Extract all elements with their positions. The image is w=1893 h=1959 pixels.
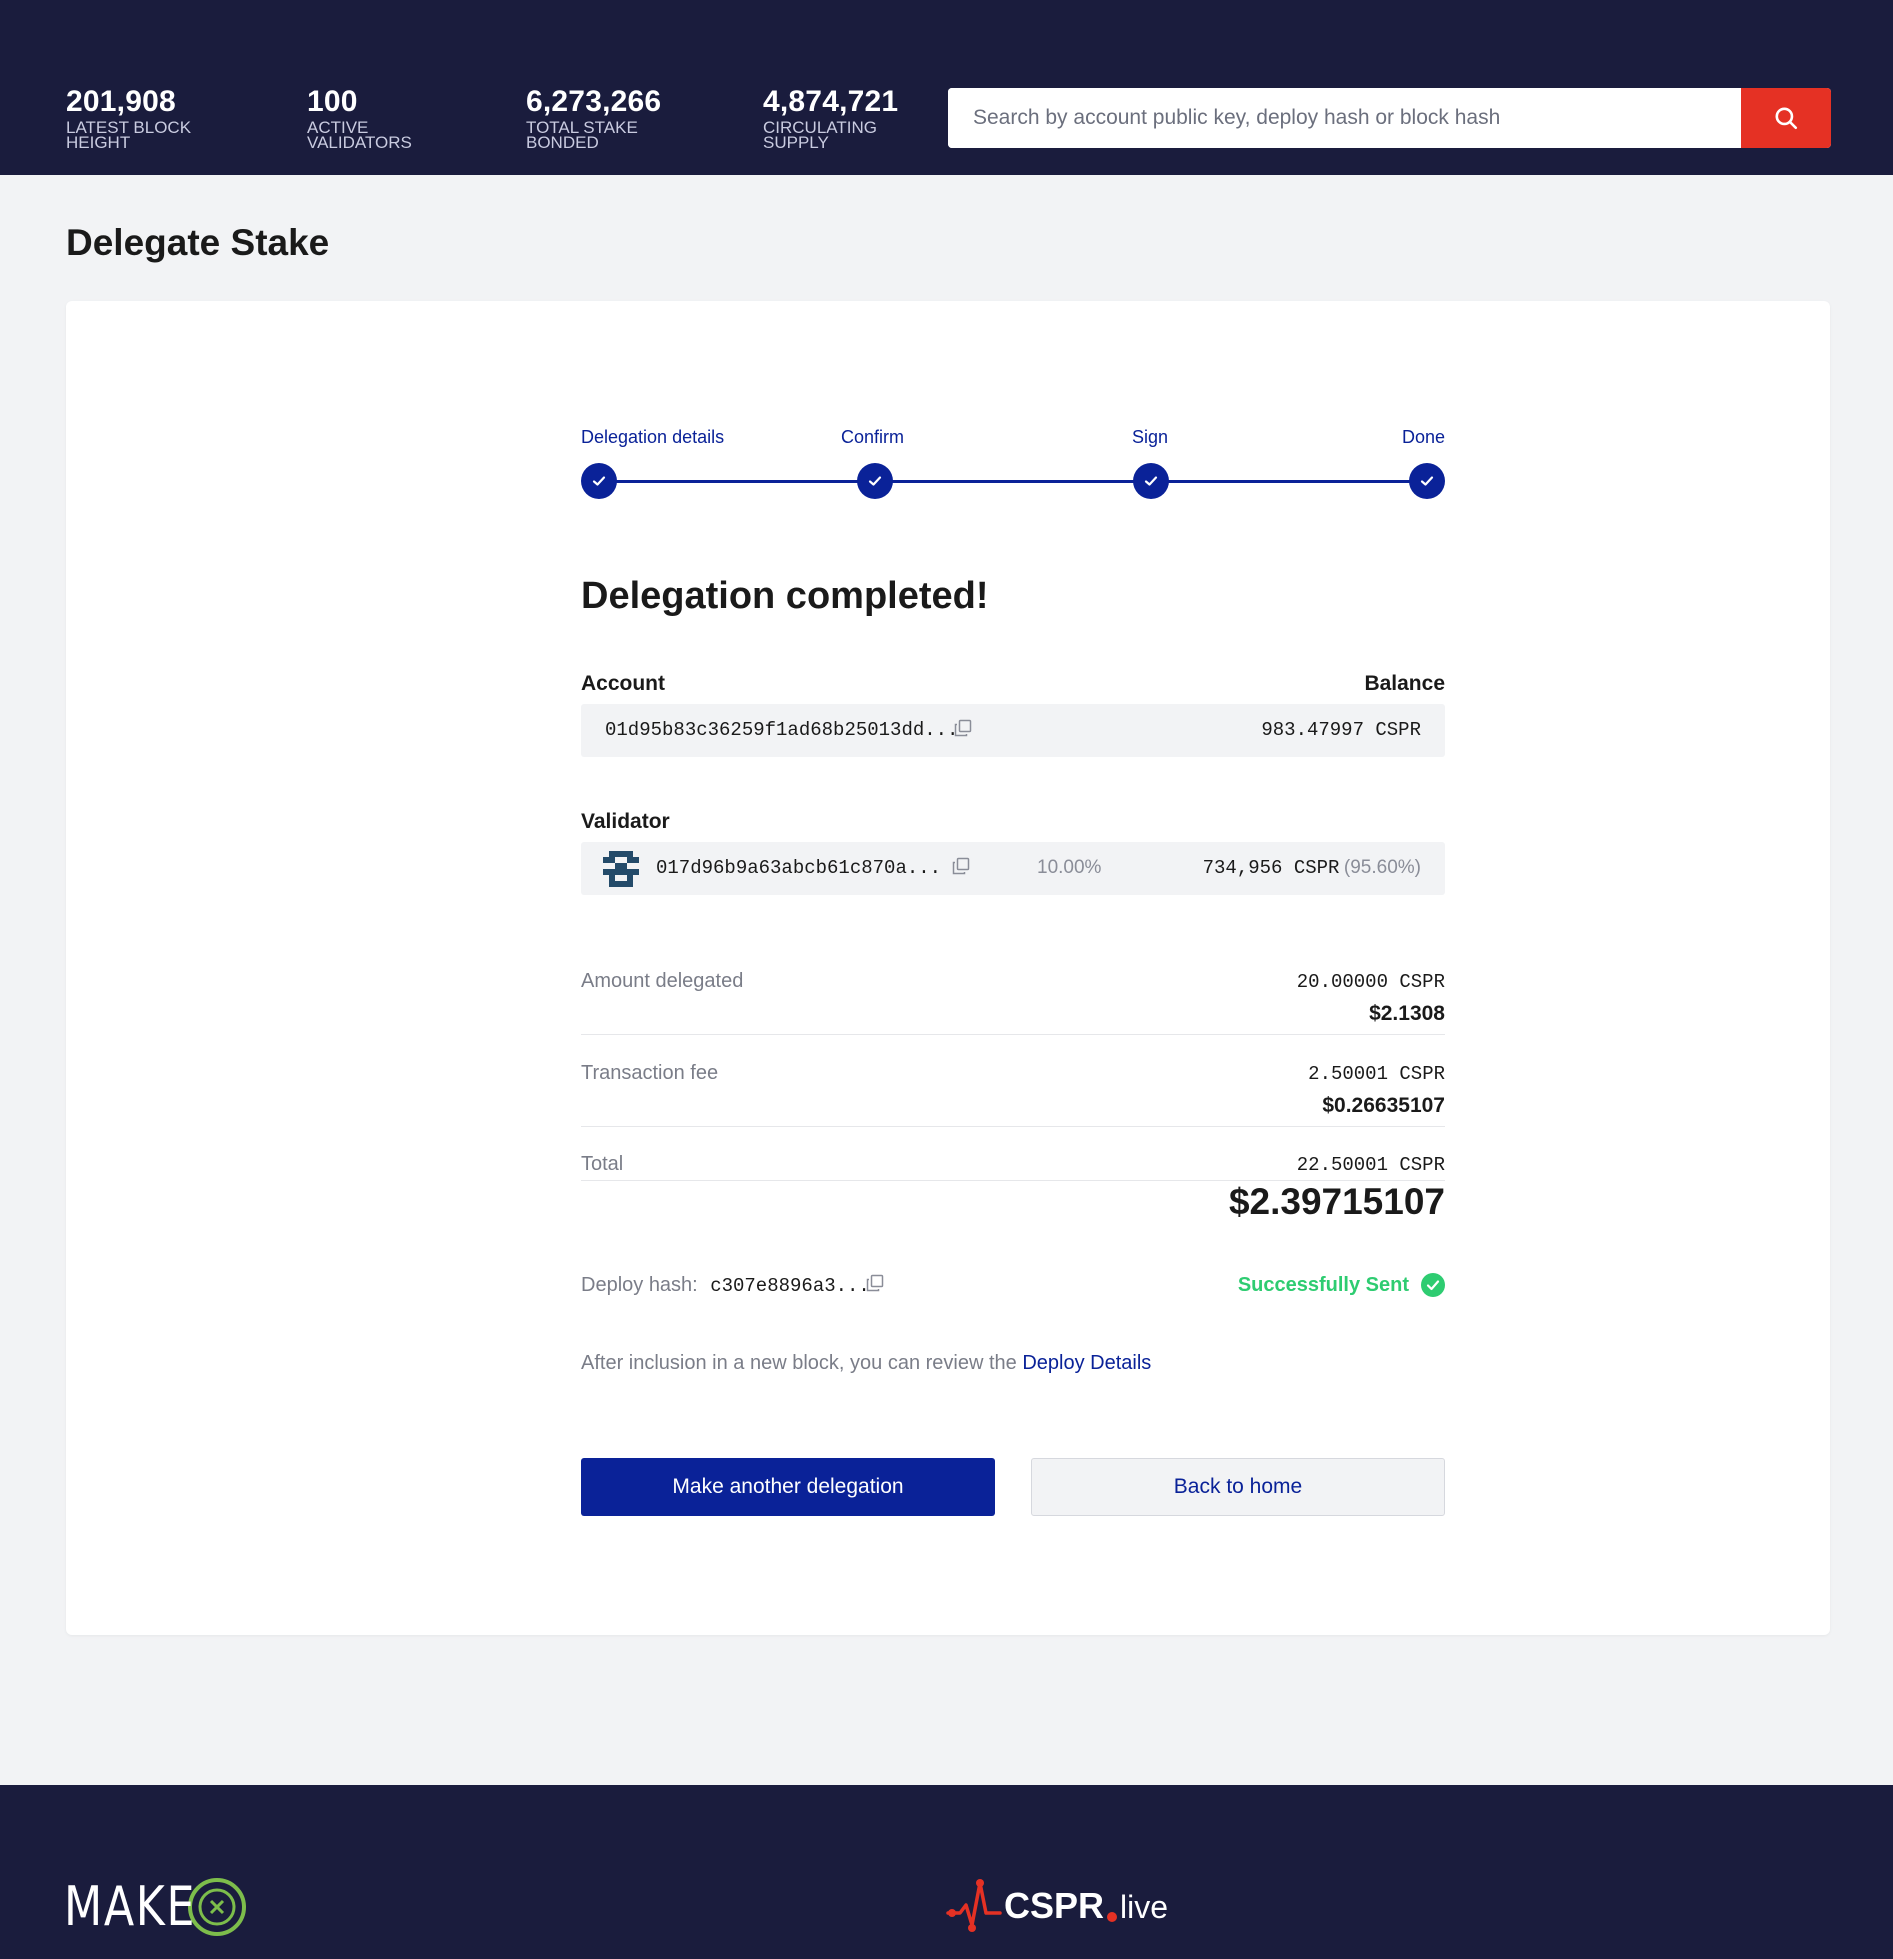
stat-total-stake: 6,273,266 TOTAL STAKE BONDED (526, 85, 662, 152)
transaction-fee-cspr: 2.50001 CSPR (1308, 1063, 1445, 1085)
transaction-fee-usd: $0.26635107 (1322, 1094, 1445, 1117)
total-label: Total (581, 1153, 624, 1175)
validator-row: 017d96b9a63abcb61c870a... 10.00% 734,956… (581, 842, 1445, 895)
make-logo-text: MAKE (64, 1875, 197, 1938)
amount-delegated-label: Amount delegated (581, 970, 744, 992)
footer: MAKE CSPR live (0, 1785, 1893, 1959)
search-input[interactable] (948, 88, 1741, 148)
step-label-done: Done (1401, 427, 1445, 447)
total-cspr: 22.50001 CSPR (1296, 1154, 1445, 1176)
make-logo[interactable]: MAKE (64, 1875, 247, 1938)
stat-label: TOTAL STAKE BONDED (526, 118, 638, 152)
stat-value: 100 (307, 85, 358, 118)
stat-label: LATEST BLOCK HEIGHT (66, 118, 192, 152)
stat-circulating-supply: 4,874,721 CIRCULATING SUPPLY (763, 85, 899, 152)
delegation-card: Delegation details Confirm Sign Done Del… (66, 301, 1830, 1635)
transaction-fee-label: Transaction fee (581, 1062, 719, 1084)
stat-active-validators: 100 ACTIVE VALIDATORS (307, 85, 412, 152)
search-button[interactable] (1741, 88, 1831, 148)
amount-delegated-cspr: 20.00000 CSPR (1296, 971, 1445, 993)
checkmark-icon (592, 476, 606, 486)
account-label: Account (581, 672, 665, 695)
search-icon (1775, 107, 1798, 130)
live-logo-text: live (1120, 1889, 1169, 1925)
step-dot-delegation-details (581, 463, 617, 499)
stepper-progress-line (599, 480, 1427, 483)
validator-fee: 10.00% (1037, 857, 1102, 878)
stat-label: ACTIVE VALIDATORS (307, 118, 412, 152)
make-another-delegation-button[interactable]: Make another delegation (581, 1458, 995, 1516)
balance-label: Balance (1364, 672, 1445, 695)
page-title: Delegate Stake (66, 222, 330, 263)
copy-icon[interactable] (951, 856, 971, 876)
step-label-delegation-details: Delegation details (581, 427, 725, 447)
checkmark-icon (1144, 476, 1158, 486)
divider (581, 1126, 1445, 1127)
deploy-hash-value: c307e8896a3... (710, 1275, 870, 1297)
checkmark-icon (1420, 476, 1434, 486)
amount-delegated-usd: $2.1308 (1369, 1002, 1445, 1025)
deploy-status: Successfully Sent (1238, 1273, 1445, 1297)
validator-stake-percentage: (95.60%) (1343, 857, 1421, 878)
stat-value: 201,908 (66, 85, 176, 118)
heartbeat-logo-icon (946, 1879, 1002, 1932)
stat-label: CIRCULATING SUPPLY (763, 118, 877, 152)
deploy-details-link[interactable]: Deploy Details (1022, 1352, 1151, 1374)
validator-public-key: 017d96b9a63abcb61c870a... (656, 857, 942, 879)
stat-value: 6,273,266 (526, 85, 662, 118)
success-check-icon (1421, 1273, 1445, 1297)
validator-stake-amount: 734,956 CSPR (1202, 857, 1340, 879)
top-header: 201,908 LATEST BLOCK HEIGHT 100 ACTIVE V… (0, 0, 1893, 175)
completion-title: Delegation completed! (581, 575, 989, 617)
total-usd: $2.39715107 (1228, 1181, 1445, 1222)
step-label-confirm: Confirm (841, 427, 905, 447)
validator-label: Validator (581, 810, 670, 833)
step-dot-sign (1133, 463, 1169, 499)
info-text: After inclusion in a new block, you can … (581, 1352, 1151, 1375)
logo-dot-icon (1107, 1912, 1118, 1922)
copy-icon[interactable] (865, 1273, 885, 1293)
validator-avatar-icon (603, 851, 639, 887)
deploy-hash: Deploy hash: c307e8896a3... (581, 1274, 870, 1297)
cspr-logo-text: CSPR (1004, 1885, 1105, 1926)
back-to-home-button[interactable]: Back to home (1031, 1458, 1445, 1516)
account-row: 01d95b83c36259f1ad68b25013dd... 983.4799… (581, 704, 1445, 757)
account-public-key: 01d95b83c36259f1ad68b25013dd... (605, 719, 959, 741)
status-text: Successfully Sent (1237, 1273, 1409, 1296)
cspr-live-logo[interactable]: CSPR live (946, 1875, 1168, 1937)
account-balance: 983.47997 CSPR (1261, 719, 1421, 741)
stat-value: 4,874,721 (763, 85, 899, 118)
copy-icon[interactable] (953, 718, 973, 738)
stat-latest-block: 201,908 LATEST BLOCK HEIGHT (66, 85, 192, 152)
step-label-sign: Sign (1132, 427, 1169, 447)
deploy-hash-label: Deploy hash: (581, 1274, 698, 1296)
step-dot-confirm (857, 463, 893, 499)
validator-stake: 734,956 CSPR (95.60%) (1203, 857, 1421, 879)
checkmark-icon (868, 476, 882, 486)
search-bar (948, 88, 1831, 148)
info-text-body: After inclusion in a new block, you can … (581, 1352, 1017, 1374)
step-dot-done (1409, 463, 1445, 499)
divider (581, 1034, 1445, 1035)
